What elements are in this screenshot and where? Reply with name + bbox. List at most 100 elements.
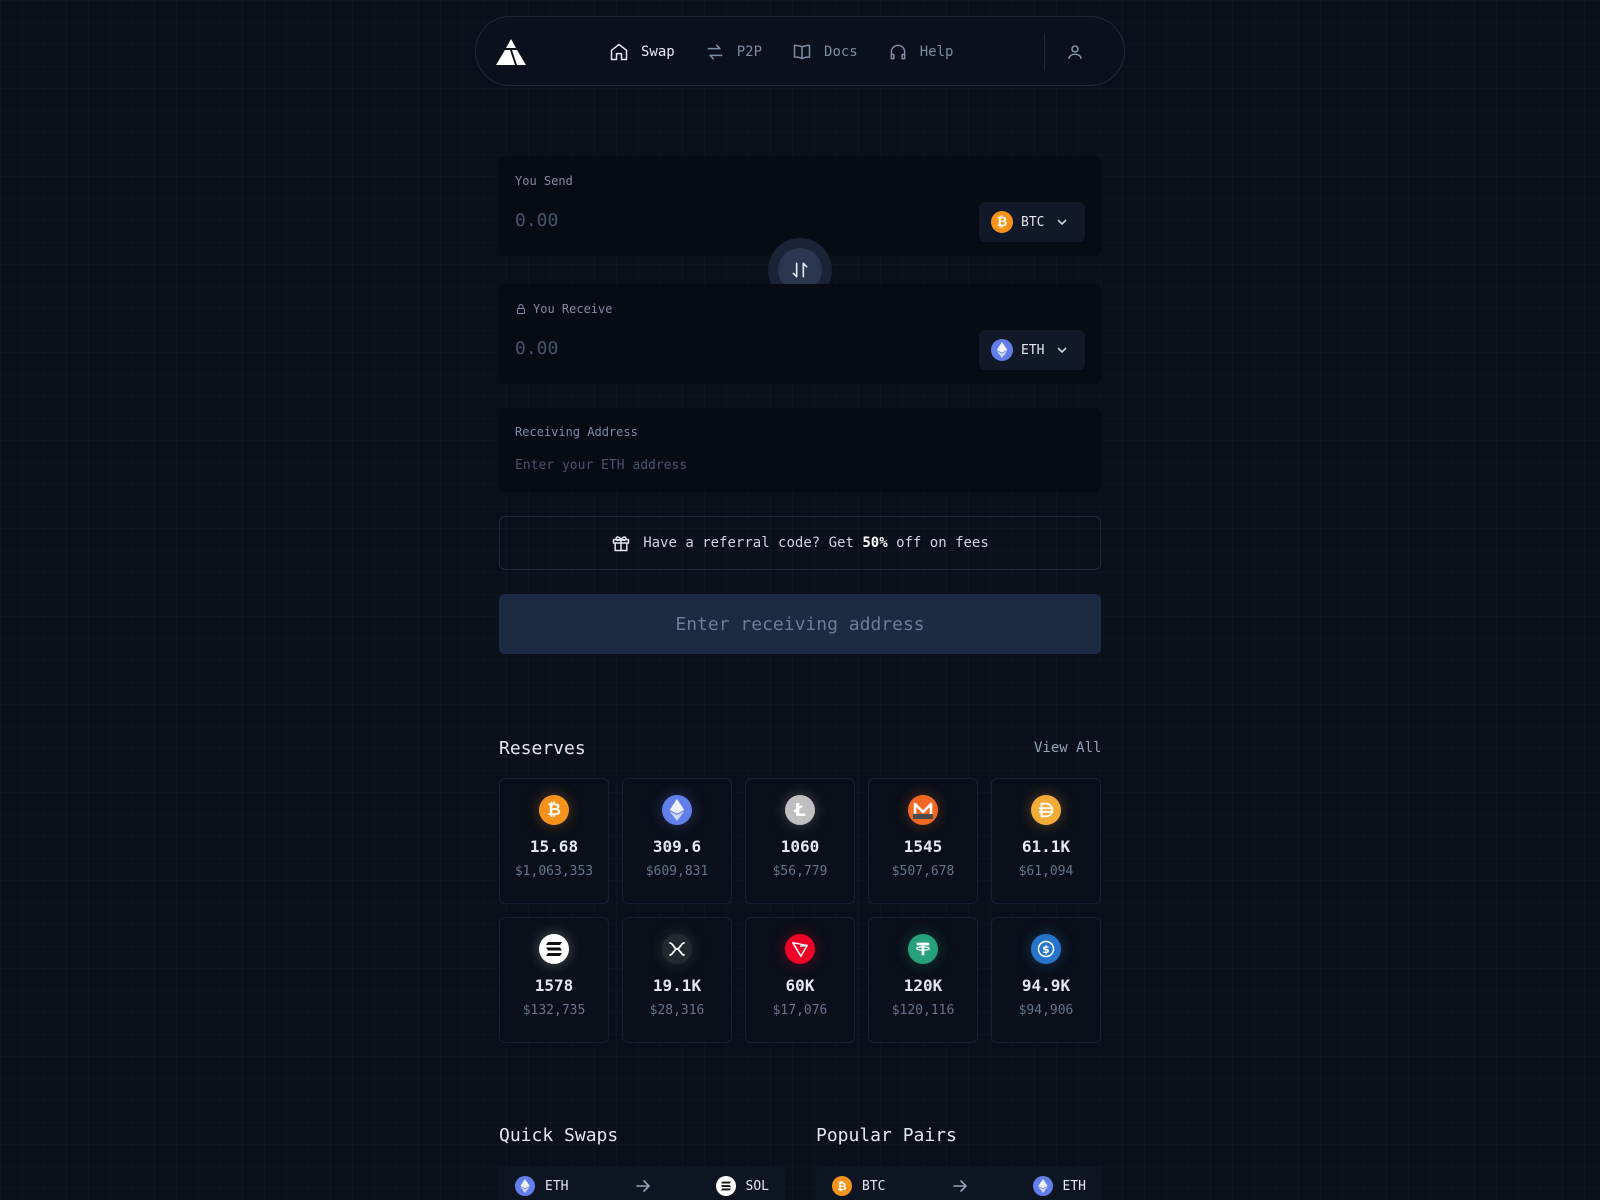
referral-text: Have a referral code? Get 50% off on fee… <box>643 535 989 551</box>
nav-link-label: Docs <box>824 44 858 60</box>
solana-icon <box>539 934 569 964</box>
quick-swap-item[interactable]: ETH SOL <box>499 1166 785 1200</box>
nav-link-help[interactable]: Help <box>888 42 954 62</box>
submit-button[interactable]: Enter receiving address <box>499 594 1101 654</box>
reserve-card-btc[interactable]: ₿ 15.68 $1,063,353 <box>499 778 609 904</box>
receive-coin-selector[interactable]: ETH <box>979 330 1085 370</box>
popular-pair-to-symbol: ETH <box>1062 1178 1086 1194</box>
home-icon <box>610 43 628 61</box>
svg-text:$: $ <box>1042 943 1050 956</box>
reserve-usd-value: $120,116 <box>891 1003 955 1018</box>
tron-icon <box>785 934 815 964</box>
nav-links: Swap P2P Docs Help <box>609 17 983 87</box>
reserve-usd-value: $56,779 <box>772 864 828 879</box>
send-label: You Send <box>515 174 573 188</box>
reserve-amount: 309.6 <box>652 837 702 856</box>
reserve-amount: 120K <box>903 976 943 995</box>
headphones-icon <box>890 44 906 60</box>
reserves-title: Reserves <box>499 738 586 759</box>
reserve-card-eth[interactable]: 309.6 $609,831 <box>622 778 732 904</box>
reserve-amount: 19.1K <box>652 976 702 995</box>
nav-link-docs[interactable]: Docs <box>792 42 858 62</box>
view-all-link[interactable]: View All <box>1034 740 1101 756</box>
reserve-card-sol[interactable]: 1578 $132,735 <box>499 917 609 1043</box>
nav-link-p2p[interactable]: P2P <box>705 42 762 62</box>
receiving-address-card: Receiving Address <box>499 408 1101 492</box>
nav-link-label: Swap <box>641 44 675 60</box>
reserve-card-usdc[interactable]: $ 94.9K $94,906 <box>991 917 1101 1043</box>
swap-arrows-icon <box>792 262 808 278</box>
ethereum-icon <box>515 1176 535 1196</box>
reserve-card-xrp[interactable]: 19.1K $28,316 <box>622 917 732 1043</box>
reserve-card-usdt[interactable]: 120K $120,116 <box>868 917 978 1043</box>
ethereum-icon <box>991 339 1013 361</box>
receiving-address-input[interactable] <box>515 454 1075 476</box>
ethereum-icon <box>662 795 692 825</box>
litecoin-icon: Ł <box>785 795 815 825</box>
bitcoin-icon: ₿ <box>832 1176 852 1196</box>
receive-amount-input[interactable] <box>515 334 935 362</box>
reserve-amount: 60K <box>785 976 815 995</box>
usdc-icon: $ <box>1031 934 1061 964</box>
popular-pairs-title: Popular Pairs <box>816 1125 957 1146</box>
reserve-amount: 1060 <box>780 837 820 856</box>
receive-label-text: You Receive <box>533 302 613 316</box>
dai-icon <box>1031 795 1061 825</box>
address-label-text: Receiving Address <box>515 425 638 439</box>
reserve-card-xmr[interactable]: 1545 $507,678 <box>868 778 978 904</box>
receive-label: You Receive <box>515 302 612 316</box>
nav-link-label: Help <box>919 44 954 60</box>
reserve-card-trx[interactable]: 60K $17,076 <box>745 917 855 1043</box>
reserve-usd-value: $94,906 <box>1018 1003 1074 1018</box>
reserve-usd-value: $609,831 <box>645 864 709 879</box>
nav-divider <box>1044 33 1045 71</box>
popular-pair-to: ETH <box>1032 1176 1086 1196</box>
referral-text-before: Have a referral code? Get <box>643 535 863 551</box>
reserve-usd-value: $507,678 <box>891 864 955 879</box>
quick-swap-to-symbol: SOL <box>745 1178 769 1194</box>
quick-swap-from-symbol: ETH <box>545 1178 569 1194</box>
send-label-text: You Send <box>515 174 573 188</box>
ethereum-icon <box>1032 1176 1053 1196</box>
reserves-grid: ₿ 15.68 $1,063,353 309.6 $609,831 Ł 1060… <box>499 778 1101 1043</box>
popular-pair-from-symbol: BTC <box>862 1178 886 1194</box>
reserve-amount: 1545 <box>903 837 943 856</box>
top-navbar: Swap P2P Docs Help <box>475 16 1125 86</box>
xrp-icon <box>662 934 692 964</box>
receive-card: You Receive ETH <box>499 284 1101 384</box>
popular-pair-item[interactable]: ₿ BTC ETH <box>816 1166 1102 1200</box>
arrow-right-icon <box>636 1180 651 1192</box>
popular-pair-from: ₿ BTC <box>832 1176 885 1196</box>
reserve-usd-value: $28,316 <box>649 1003 705 1018</box>
quick-swap-to: SOL <box>715 1176 769 1196</box>
account-button[interactable] <box>1062 39 1088 65</box>
chevron-down-icon <box>1058 347 1067 354</box>
quick-swap-from: ETH <box>515 1176 568 1196</box>
send-coin-selector[interactable]: ₿ BTC <box>979 202 1085 242</box>
gift-icon <box>612 536 630 552</box>
chevron-down-icon <box>1058 219 1067 226</box>
referral-discount: 50% <box>862 535 888 551</box>
user-icon <box>1068 45 1082 59</box>
send-amount-input[interactable] <box>515 206 935 234</box>
nav-link-label: P2P <box>736 44 763 60</box>
reserve-amount: 94.9K <box>1021 976 1071 995</box>
address-label: Receiving Address <box>515 425 638 439</box>
reserve-card-dai[interactable]: 61.1K $61,094 <box>991 778 1101 904</box>
reserve-usd-value: $1,063,353 <box>514 864 594 879</box>
monero-icon <box>908 795 938 825</box>
logo-icon[interactable] <box>496 39 526 65</box>
reserve-card-ltc[interactable]: Ł 1060 $56,779 <box>745 778 855 904</box>
tether-icon <box>908 934 938 964</box>
bitcoin-icon: ₿ <box>539 795 569 825</box>
nav-link-swap[interactable]: Swap <box>609 42 675 62</box>
lock-icon <box>517 304 525 314</box>
reserve-amount: 61.1K <box>1021 837 1071 856</box>
receive-coin-symbol: ETH <box>1021 342 1045 358</box>
referral-text-after: off on fees <box>887 535 989 551</box>
reserve-usd-value: $17,076 <box>772 1003 828 1018</box>
reserve-usd-value: $132,735 <box>522 1003 586 1018</box>
referral-code-button[interactable]: Have a referral code? Get 50% off on fee… <box>499 516 1101 570</box>
reserve-amount: 15.68 <box>529 837 579 856</box>
reserve-usd-value: $61,094 <box>1018 864 1074 879</box>
